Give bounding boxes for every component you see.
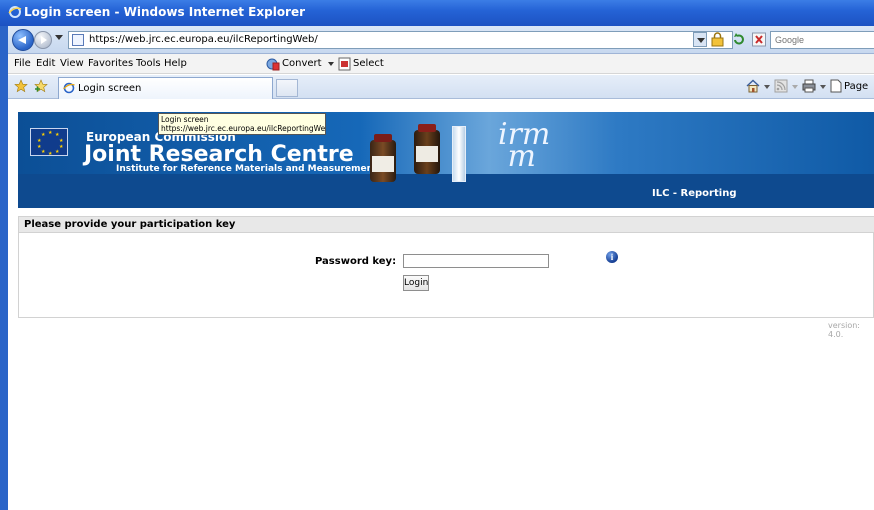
login-panel: Please provide your participation key Pa… (18, 216, 874, 318)
convert-button[interactable]: Convert (282, 58, 322, 69)
app-name: ILC - Reporting (652, 188, 737, 199)
version-text: version: 4.0. (828, 321, 860, 339)
new-tab-button[interactable] (276, 79, 298, 97)
menu-help[interactable]: Help (164, 58, 187, 69)
menu-bar: File Edit View Favorites Tools Help Conv… (8, 54, 874, 74)
password-key-input[interactable] (403, 254, 549, 268)
address-dropdown-button[interactable] (693, 32, 707, 47)
page-menu-icon[interactable] (830, 79, 842, 93)
page-icon (72, 34, 84, 46)
jrc-banner: ★ ★ ★ ★ ★ ★ ★ ★ ★ ★ European Commission … (18, 112, 874, 208)
tab-login-screen[interactable]: Login screen (58, 77, 273, 99)
search-input[interactable] (770, 31, 874, 49)
lock-icon[interactable] (711, 32, 724, 47)
menu-view[interactable]: View (60, 58, 84, 69)
favorites-star-icon[interactable] (14, 79, 28, 93)
page-content: ★ ★ ★ ★ ★ ★ ★ ★ ★ ★ European Commission … (8, 100, 874, 510)
print-dropdown-arrow[interactable] (820, 85, 826, 89)
menu-file[interactable]: File (14, 58, 31, 69)
info-icon[interactable]: i (606, 251, 618, 263)
print-icon[interactable] (802, 79, 816, 93)
refresh-icon[interactable] (732, 32, 746, 47)
convert-dropdown-arrow[interactable] (328, 62, 334, 66)
address-url: https://web.jrc.ec.europa.eu/ilcReportin… (89, 34, 318, 45)
login-button[interactable]: Login (403, 275, 429, 291)
feeds-dropdown-arrow[interactable] (792, 85, 798, 89)
login-panel-title: Please provide your participation key (24, 219, 236, 230)
feeds-icon[interactable] (774, 79, 788, 93)
password-label: Password key: (315, 256, 397, 267)
window-frame-left (0, 0, 8, 510)
tab-bar: Login screen Page (8, 75, 874, 99)
ie-page-icon (63, 82, 75, 94)
banner-bottom-band (18, 174, 874, 208)
ie-logo-icon (8, 6, 22, 18)
forward-button[interactable] (34, 31, 52, 49)
convert-icon[interactable] (266, 57, 280, 71)
login-panel-header: Please provide your participation key (19, 217, 874, 233)
tooltip-title: Login screen (161, 115, 209, 124)
add-favorites-icon[interactable] (34, 79, 48, 93)
tooltip-url: https://web.jrc.ec.europa.eu/ilcReportin… (161, 124, 326, 133)
tab-tooltip: Login screen https://web.jrc.ec.europa.e… (158, 113, 326, 135)
bottle-image (414, 124, 440, 174)
select-button[interactable]: Select (353, 58, 384, 69)
eu-flag-icon: ★ ★ ★ ★ ★ ★ ★ ★ ★ ★ (30, 128, 68, 157)
select-icon[interactable] (338, 57, 351, 71)
address-field[interactable]: https://web.jrc.ec.europa.eu/ilcReportin… (68, 31, 733, 49)
tab-label: Login screen (78, 83, 142, 94)
recent-pages-dropdown[interactable] (55, 35, 63, 40)
back-button[interactable] (12, 29, 34, 51)
window-title-bar[interactable]: Login screen - Windows Internet Explorer (0, 0, 874, 26)
home-dropdown-arrow[interactable] (764, 85, 770, 89)
address-toolbar: https://web.jrc.ec.europa.eu/ilcReportin… (8, 26, 874, 54)
menu-edit[interactable]: Edit (36, 58, 55, 69)
menu-tools[interactable]: Tools (136, 58, 161, 69)
menu-favorites[interactable]: Favorites (88, 58, 133, 69)
stop-icon[interactable] (752, 32, 766, 47)
page-menu-button[interactable]: Page (844, 81, 868, 92)
irmm-logo: irm m (498, 117, 551, 174)
bottle-image (370, 134, 396, 182)
banner-institute-name: Institute for Reference Materials and Me… (116, 164, 383, 174)
vial-image (452, 126, 466, 182)
window-title: Login screen - Windows Internet Explorer (24, 5, 306, 19)
home-icon[interactable] (746, 79, 760, 93)
